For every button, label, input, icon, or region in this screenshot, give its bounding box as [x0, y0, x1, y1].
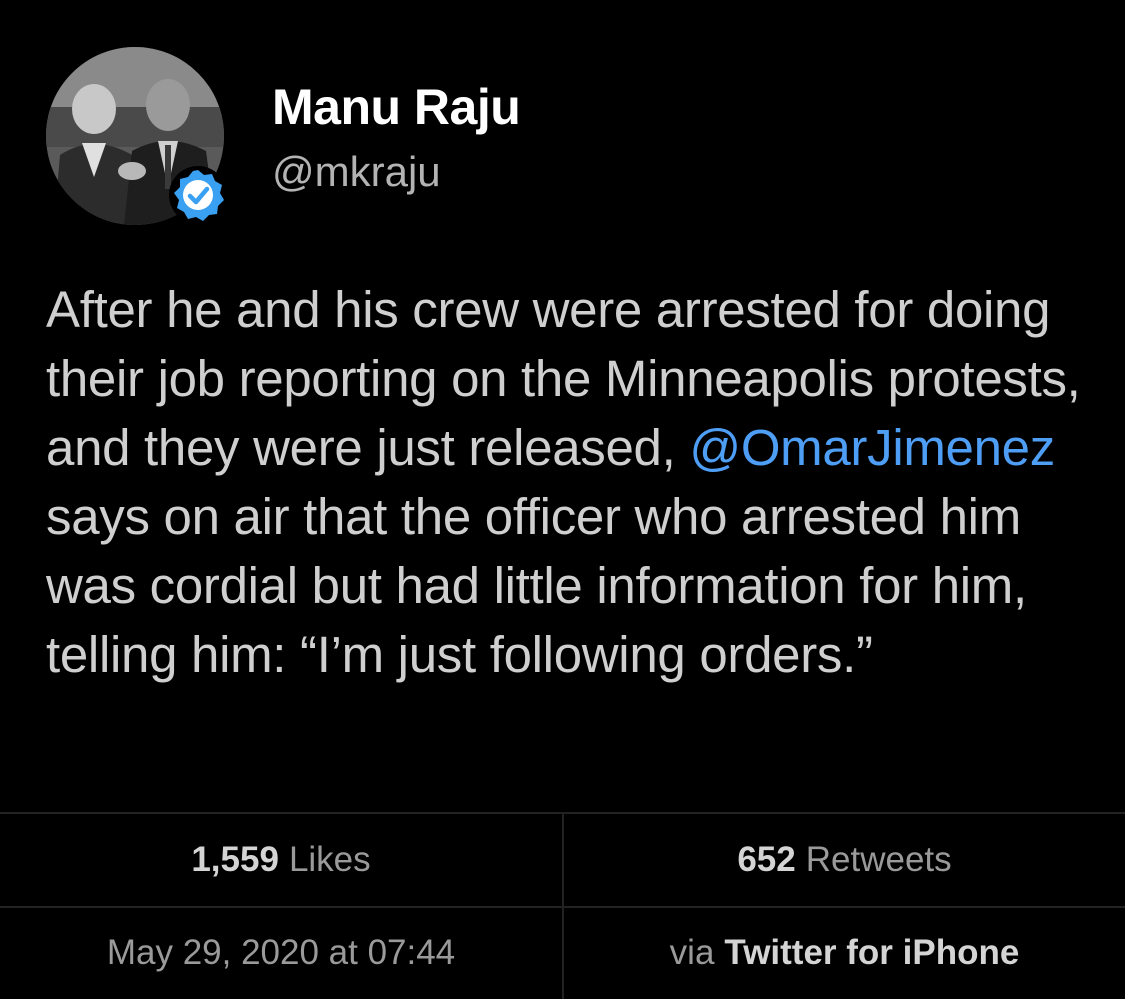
likes-label: Likes [288, 840, 371, 879]
tweet-source[interactable]: via Twitter for iPhone [564, 907, 1125, 999]
author-avatar-wrap[interactable] [46, 47, 227, 225]
retweets-count: 652 [737, 840, 796, 879]
retweets-label: Retweets [805, 840, 952, 879]
timestamp-text: May 29, 2020 at 07:44 [106, 933, 456, 972]
tweet-text-part: says on air that the officer who arreste… [46, 488, 1027, 683]
likes-stat[interactable]: 1,559 Likes [0, 814, 564, 906]
author-display-name[interactable]: Manu Raju [272, 78, 521, 136]
tweet-text: After he and his crew were arrested for … [46, 275, 1096, 689]
meta-row: May 29, 2020 at 07:44 via Twitter for iP… [0, 907, 1125, 999]
via-label: via [669, 933, 715, 972]
tweet-stats-grid: 1,559 Likes 652 Retweets May 29, 2020 at… [0, 812, 1125, 999]
verified-badge-icon [169, 166, 227, 224]
tweet-card: Manu Raju @mkraju After he and his crew … [0, 0, 1125, 999]
author-handle[interactable]: @mkraju [272, 148, 441, 196]
tweet-timestamp[interactable]: May 29, 2020 at 07:44 [0, 907, 564, 999]
mention-link[interactable]: @OmarJimenez [689, 419, 1055, 476]
likes-count: 1,559 [191, 840, 279, 879]
retweets-stat[interactable]: 652 Retweets [564, 814, 1125, 906]
source-app: Twitter for iPhone [724, 933, 1020, 972]
stats-row: 1,559 Likes 652 Retweets [0, 814, 1125, 908]
